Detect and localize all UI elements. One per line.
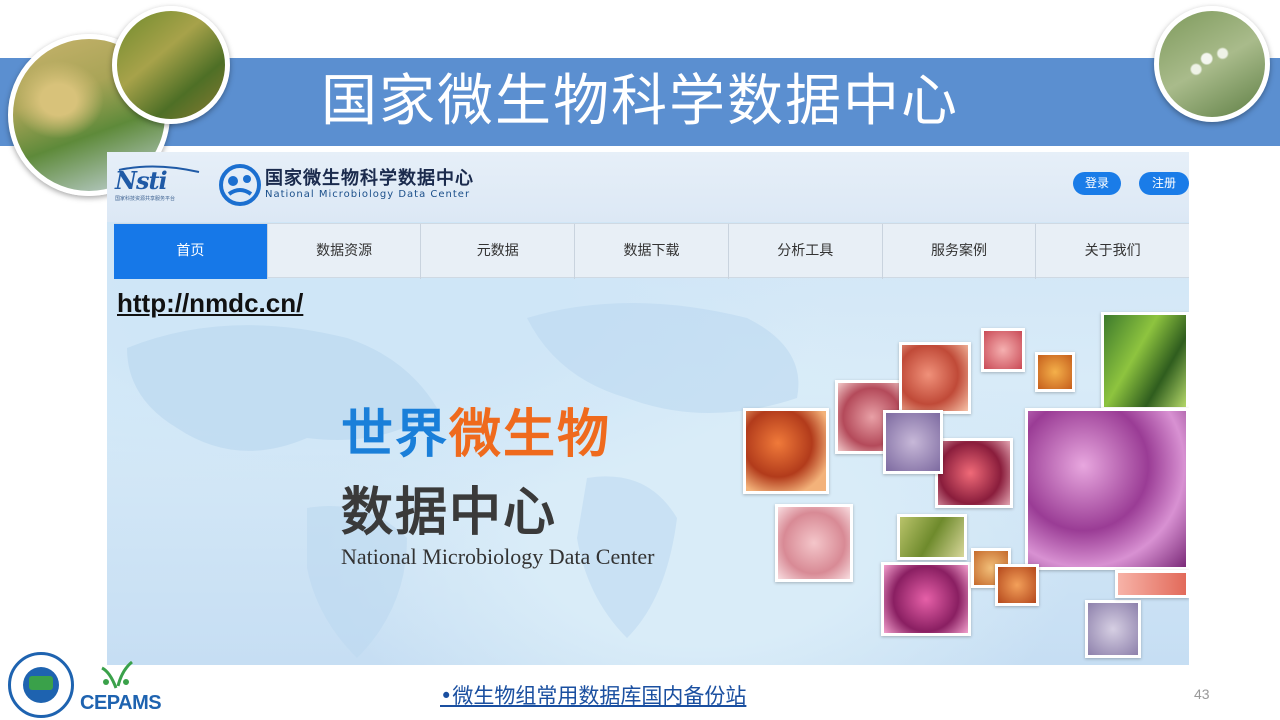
seal-emblem [29, 676, 53, 690]
nav-item-analysis-tools[interactable]: 分析工具 [729, 224, 883, 279]
cepams-leaf-icon [101, 660, 133, 689]
microbe-image [881, 562, 971, 636]
nsti-logo-text: Nsti [115, 166, 168, 195]
nav-item-metadata[interactable]: 元数据 [421, 224, 576, 279]
hero-subtitle-en: National Microbiology Data Center [341, 544, 655, 569]
register-button[interactable]: 注册 [1139, 172, 1189, 195]
hero-title-line1: 世界微生物 [341, 392, 611, 467]
page-number: 43 [1194, 686, 1210, 702]
nav-item-service-cases[interactable]: 服务案例 [883, 224, 1037, 279]
microbe-image [1025, 408, 1189, 570]
main-nav: 首页 数据资源 元数据 数据下载 分析工具 服务案例 关于我们 [114, 223, 1189, 279]
slide: 国家微生物科学数据中心 Nsti 国家科技资源共享服务平台 国家微生物科学数据中… [0, 0, 1280, 720]
site-name-cn: 国家微生物科学数据中心 [265, 168, 474, 189]
microbe-image [897, 514, 967, 560]
hero-title-orange: 微生物 [449, 405, 612, 465]
microbe-image [1085, 600, 1141, 658]
microbe-image [1101, 312, 1189, 410]
nav-item-about-us[interactable]: 关于我们 [1036, 224, 1189, 279]
cepams-logo-text: CEPAMS [80, 692, 162, 714]
microbe-image [935, 438, 1013, 508]
rice-photo [112, 6, 230, 124]
microbe-image [899, 342, 971, 414]
microbe-image [995, 564, 1039, 606]
nsti-logo-subtext: 国家科技资源共享服务平台 [115, 196, 176, 202]
flower-photo [1154, 6, 1270, 122]
microbe-image [743, 408, 829, 494]
site-url-link[interactable]: http://nmdc.cn/ [117, 288, 303, 319]
institution-seal-logo [8, 652, 74, 718]
microbe-image [1035, 352, 1075, 392]
nav-item-data-download[interactable]: 数据下载 [575, 224, 729, 279]
microbe-image [883, 410, 943, 474]
hero-title-line2: 数据中心 [341, 483, 558, 543]
website-screenshot: Nsti 国家科技资源共享服务平台 国家微生物科学数据中心 National M… [107, 152, 1189, 665]
backup-site-link[interactable]: •微生物组常用数据库国内备份站 [440, 680, 746, 710]
nav-item-home[interactable]: 首页 [114, 224, 268, 279]
site-name-en: National Microbiology Data Center [265, 189, 471, 200]
login-button[interactable]: 登录 [1073, 172, 1121, 195]
microbe-image [1115, 570, 1189, 598]
microbe-image [981, 328, 1025, 372]
nmdc-logo-icon[interactable] [219, 164, 261, 206]
hero-title-blue: 世界 [341, 405, 450, 465]
microbe-image [775, 504, 853, 582]
nav-item-data-resources[interactable]: 数据资源 [268, 224, 422, 279]
